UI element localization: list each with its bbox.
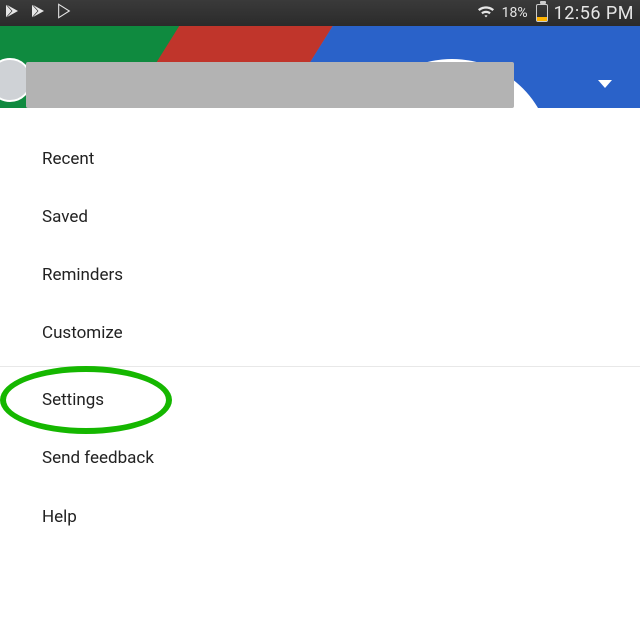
status-clock: 12:56 PM bbox=[554, 3, 634, 24]
play-notification-icon bbox=[4, 3, 20, 23]
battery-icon bbox=[536, 4, 548, 22]
menu-item-label: Reminders bbox=[42, 265, 123, 285]
menu-item-label: Settings bbox=[42, 390, 104, 410]
menu-item-label: Send feedback bbox=[42, 448, 154, 468]
android-status-bar: 18% 12:56 PM bbox=[0, 0, 640, 26]
account-dropdown-icon[interactable] bbox=[598, 80, 612, 88]
menu-item-label: Saved bbox=[42, 207, 88, 227]
app-header bbox=[0, 26, 640, 108]
menu-item-label: Recent bbox=[42, 149, 94, 169]
menu-item-send-feedback[interactable]: Send feedback bbox=[0, 429, 640, 487]
menu-item-saved[interactable]: Saved bbox=[0, 188, 640, 246]
menu-divider bbox=[0, 366, 640, 367]
menu-item-recent[interactable]: Recent bbox=[0, 130, 640, 188]
play-notification-icon bbox=[30, 3, 46, 23]
menu-item-help[interactable]: Help bbox=[0, 488, 640, 546]
navigation-drawer: Recent Saved Reminders Customize Setting… bbox=[0, 108, 640, 546]
battery-percentage: 18% bbox=[502, 5, 528, 21]
menu-item-settings[interactable]: Settings bbox=[0, 371, 640, 429]
menu-item-reminders[interactable]: Reminders bbox=[0, 246, 640, 304]
play-store-icon bbox=[56, 3, 72, 23]
search-input[interactable] bbox=[26, 62, 514, 108]
menu-item-label: Customize bbox=[42, 323, 123, 343]
wifi-icon bbox=[476, 3, 496, 23]
menu-item-customize[interactable]: Customize bbox=[0, 304, 640, 362]
menu-item-label: Help bbox=[42, 507, 77, 527]
